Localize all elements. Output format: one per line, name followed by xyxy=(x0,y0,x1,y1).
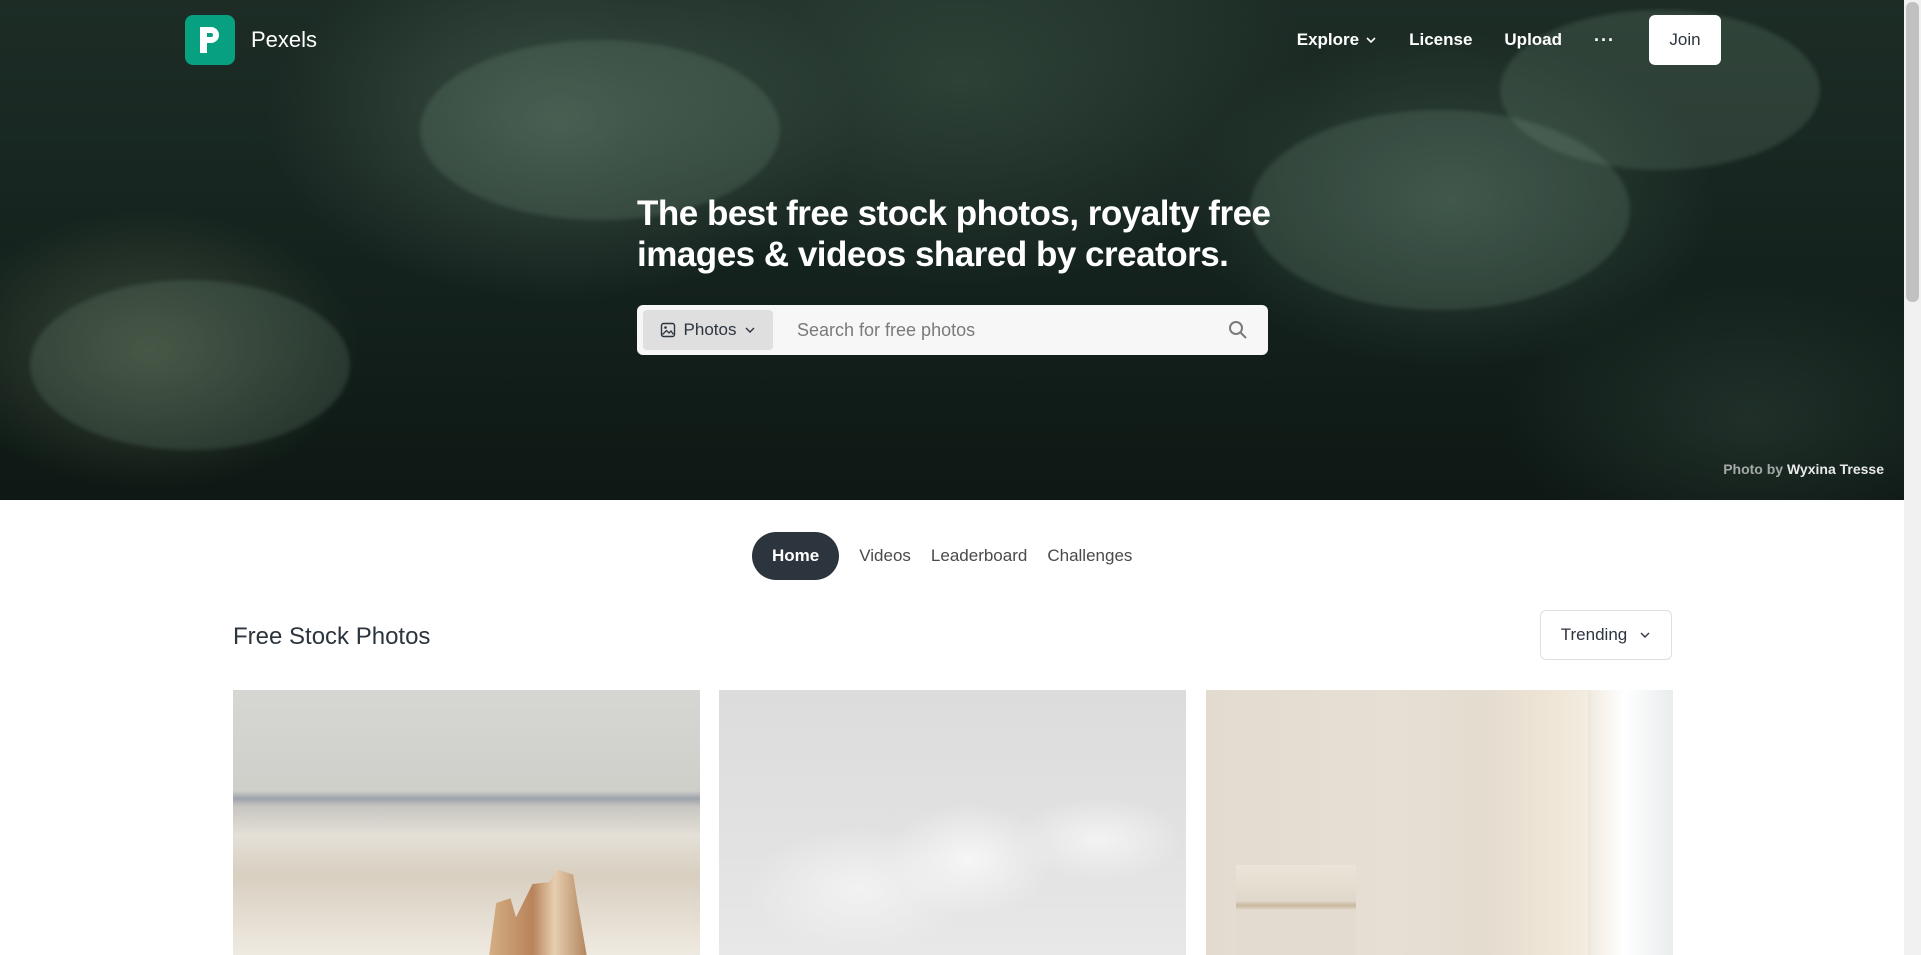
sort-label: Trending xyxy=(1560,625,1628,644)
photo-credit[interactable]: Photo by Wyxina Tresse xyxy=(1723,461,1884,477)
photo-credit-author: Wyxina Tresse xyxy=(1786,461,1884,477)
pexels-logo-icon xyxy=(185,15,235,65)
more-menu-button[interactable]: ··· xyxy=(1594,30,1615,51)
tab-leaderboard[interactable]: Leaderboard xyxy=(921,546,1037,566)
image-icon xyxy=(660,322,675,338)
search-input[interactable] xyxy=(773,306,1208,354)
chevron-down-icon xyxy=(745,327,755,333)
photo-window xyxy=(1588,690,1673,955)
search-icon[interactable] xyxy=(1208,320,1268,340)
nav-upload[interactable]: Upload xyxy=(1504,30,1562,50)
tab-videos[interactable]: Videos xyxy=(849,546,921,566)
photo-furniture xyxy=(1236,865,1356,955)
join-button[interactable]: Join xyxy=(1649,15,1721,65)
photo-card[interactable] xyxy=(1206,690,1673,955)
photo-card[interactable] xyxy=(233,690,700,955)
main-tabs: Home Videos Leaderboard Challenges xyxy=(752,532,1142,580)
search-bar: Photos xyxy=(637,305,1268,355)
photo-rock-formation xyxy=(488,869,588,955)
photo-card[interactable] xyxy=(719,690,1186,955)
scrollbar[interactable] xyxy=(1904,0,1921,955)
search-type-dropdown[interactable]: Photos xyxy=(643,310,773,350)
chevron-down-icon xyxy=(1640,632,1650,638)
chevron-down-icon xyxy=(1366,37,1376,44)
nav-explore-label: Explore xyxy=(1296,30,1360,49)
sort-dropdown[interactable]: Trending xyxy=(1540,610,1672,660)
brand-name: Pexels xyxy=(251,27,318,52)
nav-explore[interactable]: Explore xyxy=(1297,30,1377,50)
search-type-label: Photos xyxy=(683,320,737,339)
tab-challenges[interactable]: Challenges xyxy=(1037,546,1142,566)
photo-credit-prefix: Photo by xyxy=(1723,461,1784,477)
nav-license[interactable]: License xyxy=(1409,30,1472,50)
scrollbar-thumb[interactable] xyxy=(1906,2,1919,302)
background-foliage xyxy=(30,280,350,450)
hero-headline: The best free stock photos, royalty free… xyxy=(637,194,1271,274)
section-title: Free Stock Photos xyxy=(233,623,431,650)
hero-banner: Pexels Explore License Upload ··· Join T… xyxy=(0,0,1904,500)
top-nav: Explore License Upload ··· Join xyxy=(1297,15,1721,65)
tab-home[interactable]: Home xyxy=(752,532,840,580)
pexels-logo[interactable]: Pexels xyxy=(185,15,317,65)
